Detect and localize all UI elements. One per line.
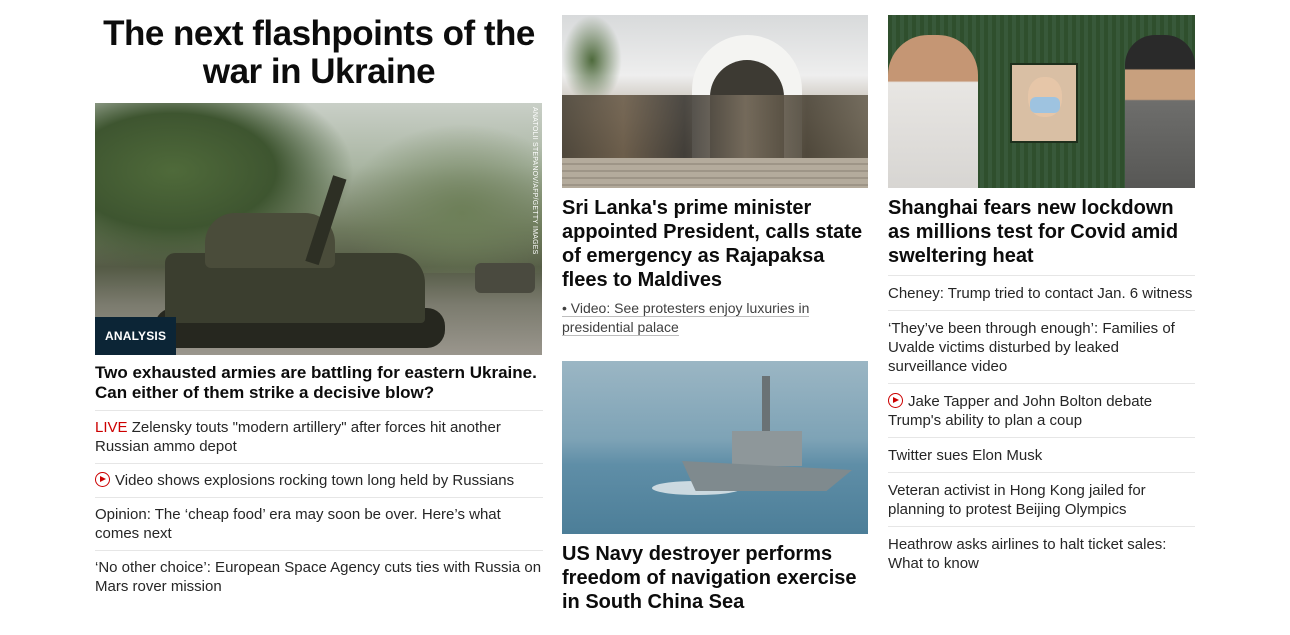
video-sub-link[interactable]: • Video: See protesters enjoy luxuries i… xyxy=(562,299,868,337)
face-mask xyxy=(1030,97,1060,113)
right-related-list: Cheney: Trump tried to contact Jan. 6 wi… xyxy=(888,275,1195,580)
tank-image[interactable]: ANATOLII STEPANOV/AFP/GETTY IMAGES ANALY… xyxy=(95,103,542,355)
man-right xyxy=(1125,35,1195,188)
list-item[interactable]: LIVE Zelensky touts "modern artillery" a… xyxy=(95,411,543,464)
list-item[interactable]: Cheney: Trump tried to contact Jan. 6 wi… xyxy=(888,275,1195,311)
analysis-badge: ANALYSIS xyxy=(95,317,177,355)
image-foliage xyxy=(562,15,622,105)
second-tank xyxy=(475,263,535,293)
ship-superstructure xyxy=(732,431,802,466)
play-icon xyxy=(888,393,903,408)
list-item-text: Jake Tapper and John Bolton debate Trump… xyxy=(888,393,1153,429)
man-left xyxy=(888,35,978,188)
image-trees xyxy=(342,123,542,273)
ship-mast xyxy=(762,376,770,436)
sri-lanka-image[interactable] xyxy=(562,15,868,188)
list-item[interactable]: Heathrow asks airlines to halt ticket sa… xyxy=(888,527,1195,580)
video-sub-link-text: • Video: See protesters enjoy luxuries i… xyxy=(562,300,810,336)
protester-crowd xyxy=(562,95,868,165)
play-icon xyxy=(95,472,110,487)
right-column: Shanghai fears new lockdown as millions … xyxy=(888,0,1195,580)
image-credit: ANATOLII STEPANOV/AFP/GETTY IMAGES xyxy=(531,107,538,255)
ship-hull xyxy=(682,461,852,491)
list-item[interactable]: Twitter sues Elon Musk xyxy=(888,438,1195,473)
list-item[interactable]: Veteran activist in Hong Kong jailed for… xyxy=(888,473,1195,527)
list-item[interactable]: Jake Tapper and John Bolton debate Trump… xyxy=(888,384,1195,438)
navy-headline[interactable]: US Navy destroyer performs freedom of na… xyxy=(562,542,868,614)
shanghai-image[interactable] xyxy=(888,15,1195,188)
list-item[interactable]: Opinion: The ‘cheap food’ era may soon b… xyxy=(95,498,543,551)
ukraine-section: The next flashpoints of the war in Ukrai… xyxy=(95,0,543,603)
building-steps xyxy=(562,158,868,188)
navy-destroyer-image[interactable] xyxy=(562,361,868,534)
live-label: LIVE xyxy=(95,419,128,436)
middle-column: Sri Lanka's prime minister appointed Pre… xyxy=(562,0,868,614)
list-item[interactable]: ‘No other choice’: European Space Agency… xyxy=(95,551,543,603)
shanghai-headline[interactable]: Shanghai fears new lockdown as millions … xyxy=(888,196,1195,268)
list-item-text: Zelensky touts "modern artillery" after … xyxy=(95,419,501,455)
sri-lanka-headline[interactable]: Sri Lanka's prime minister appointed Pre… xyxy=(562,196,868,292)
ukraine-headline[interactable]: Two exhausted armies are battling for ea… xyxy=(95,363,543,411)
section-title[interactable]: The next flashpoints of the war in Ukrai… xyxy=(95,0,543,91)
list-item-text: Video shows explosions rocking town long… xyxy=(115,472,515,489)
list-item[interactable]: Video shows explosions rocking town long… xyxy=(95,464,543,498)
list-item[interactable]: ‘They’ve been through enough’: Families … xyxy=(888,311,1195,384)
ukraine-related-list: LIVE Zelensky touts "modern artillery" a… xyxy=(95,411,543,603)
